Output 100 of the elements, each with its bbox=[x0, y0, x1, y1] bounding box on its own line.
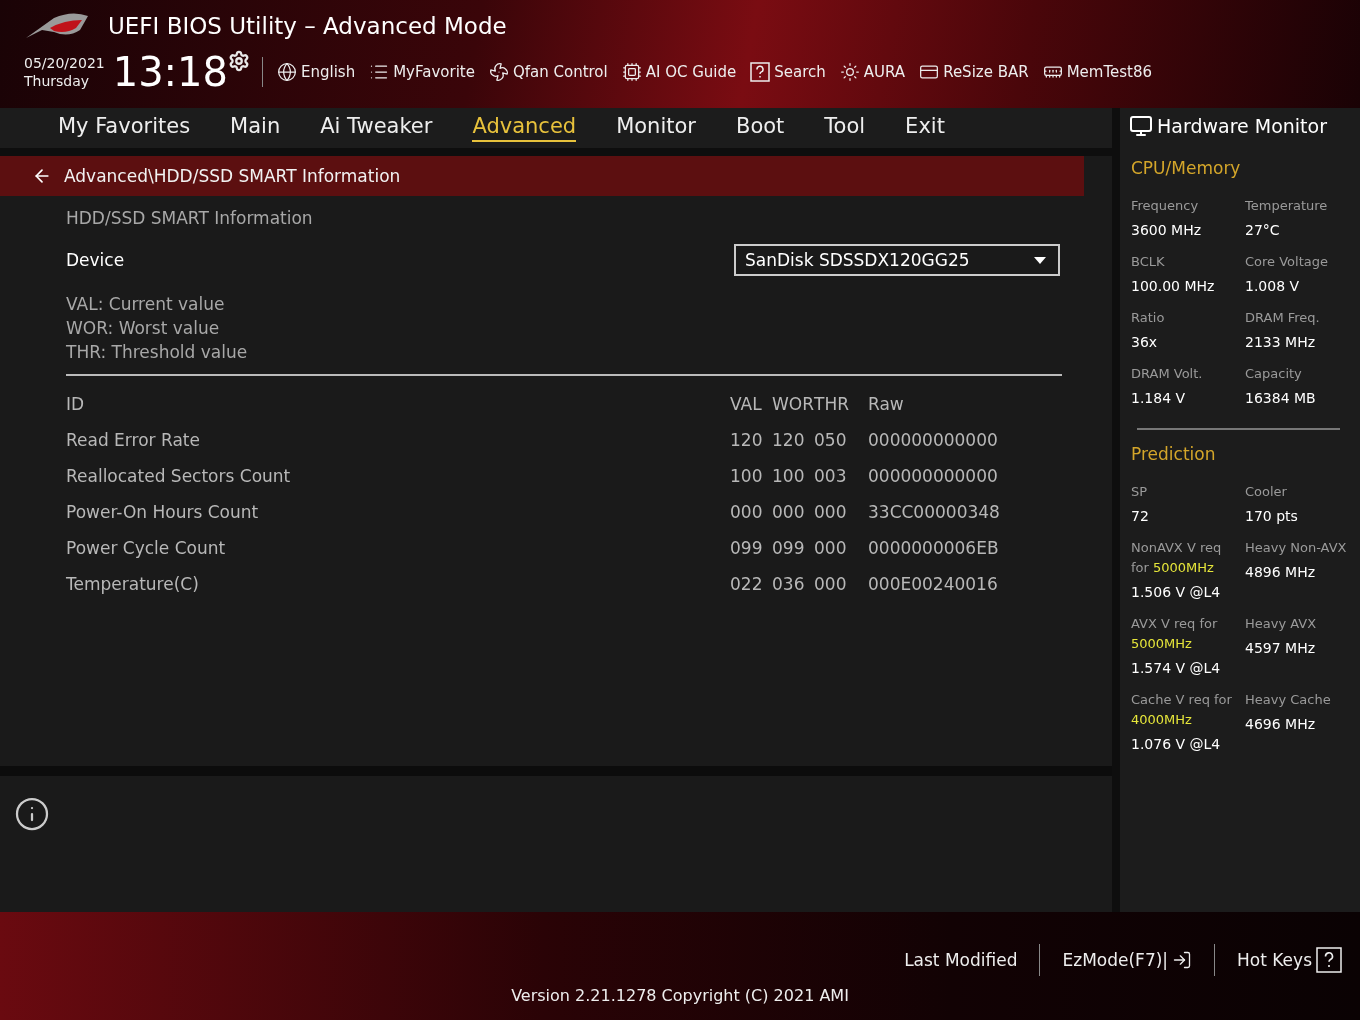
column-header: Raw bbox=[868, 394, 905, 414]
column-header: WOR bbox=[772, 394, 814, 414]
monitor-label: SP bbox=[1131, 483, 1149, 501]
table-cell-text: 000E00240016 bbox=[868, 574, 999, 594]
table-cell-text: 000 bbox=[814, 574, 848, 594]
table-cell-text: 0000000006EB bbox=[868, 538, 1000, 558]
breadcrumb-bar[interactable]: Advanced\HDD/SSD SMART Information bbox=[0, 156, 1084, 196]
globe-icon bbox=[277, 62, 297, 82]
monitor-value: 1.008 V bbox=[1245, 278, 1301, 294]
monitor-value: 100.00 MHz bbox=[1131, 278, 1216, 294]
toolbar-button[interactable]: English bbox=[277, 62, 356, 82]
table-cell-text: Temperature(C) bbox=[66, 574, 200, 594]
exit-icon bbox=[1172, 950, 1193, 970]
table-cell-text: 000 bbox=[730, 502, 764, 522]
monitor-value: 2133 MHz bbox=[1245, 334, 1317, 350]
monitor-label: Capacity bbox=[1245, 365, 1303, 383]
menu-tab[interactable]: Tool bbox=[824, 114, 866, 142]
breadcrumb-text: Advanced\HDD/SSD SMART Information bbox=[64, 166, 401, 186]
monitor-value: 170 pts bbox=[1245, 508, 1299, 524]
table-cell-text: 000000000000 bbox=[868, 430, 999, 450]
monitor-label: Frequency bbox=[1131, 197, 1200, 215]
toolbar-button[interactable]: MyFavorite bbox=[369, 62, 475, 82]
monitor-label: Heavy Non-AVX bbox=[1245, 539, 1348, 557]
light-icon bbox=[839, 62, 860, 82]
monitor-value: 16384 MB bbox=[1245, 390, 1317, 406]
clock-time: 13:18 bbox=[112, 50, 228, 94]
menu-tab[interactable]: Advanced bbox=[472, 114, 577, 142]
table-cell-text: 120 bbox=[730, 430, 764, 450]
help-icon bbox=[750, 62, 771, 82]
device-dropdown[interactable]: SanDisk SDSSDX120GG25 bbox=[734, 244, 1060, 276]
table-cell-text: 003 bbox=[814, 466, 848, 486]
fan-icon bbox=[488, 62, 509, 82]
table-cell-text: Power-On Hours Count bbox=[66, 502, 260, 522]
column-header: VAL bbox=[730, 394, 763, 414]
monitor-label: DRAM Freq. bbox=[1245, 309, 1321, 327]
help-icon bbox=[1316, 947, 1342, 973]
menu-tab[interactable]: Monitor bbox=[616, 114, 696, 142]
monitor-label: BCLK bbox=[1131, 253, 1166, 271]
monitor-value: 1.184 V bbox=[1131, 390, 1187, 406]
table-cell-text: Power Cycle Count bbox=[66, 538, 227, 558]
monitor-value: 1.574 V @L4 bbox=[1131, 660, 1222, 676]
table-cell-text: 100 bbox=[730, 466, 764, 486]
monitor-label: Cache V req for 4000MHz bbox=[1131, 691, 1233, 729]
monitor-value: 72 bbox=[1131, 508, 1150, 524]
monitor-value: 1.076 V @L4 bbox=[1131, 736, 1222, 752]
info-icon bbox=[14, 796, 50, 832]
legend-text: WOR: Worst value bbox=[66, 317, 221, 340]
menu-tab[interactable]: Main bbox=[230, 114, 281, 142]
toolbar-button[interactable]: AURA bbox=[839, 62, 906, 82]
monitor-value: 36x bbox=[1131, 334, 1159, 350]
column-header: ID bbox=[66, 394, 86, 414]
monitor-label: NonAVX V req for 5000MHz bbox=[1131, 539, 1223, 577]
toolbar-button[interactable]: AI OC Guide bbox=[621, 62, 737, 82]
table-cell-text: 050 bbox=[814, 430, 848, 450]
chip-icon bbox=[621, 62, 642, 82]
legend-text: VAL: Current value bbox=[66, 293, 226, 316]
table-cell-text: Reallocated Sectors Count bbox=[66, 466, 292, 486]
table-cell-text: 000 bbox=[814, 502, 848, 522]
toolbar-button[interactable]: Search bbox=[750, 62, 826, 82]
toolbar-button[interactable]: ReSize BAR bbox=[919, 62, 1029, 82]
monitor-label: Cooler bbox=[1245, 483, 1288, 501]
table-cell-text: 099 bbox=[772, 538, 806, 558]
monitor-icon bbox=[1129, 114, 1153, 138]
section-title: HDD/SSD SMART Information bbox=[66, 207, 314, 230]
footer-button[interactable]: Hot Keys bbox=[1237, 947, 1342, 973]
monitor-label: DRAM Volt. bbox=[1131, 365, 1204, 383]
monitor-label: Temperature bbox=[1245, 197, 1329, 215]
footer-button[interactable]: EzMode(F7)| bbox=[1062, 950, 1193, 970]
caret-icon bbox=[1034, 256, 1046, 264]
toolbar-button[interactable]: Qfan Control bbox=[488, 62, 608, 82]
monitor-value: 27°C bbox=[1245, 222, 1281, 238]
menu-tab[interactable]: Ai Tweaker bbox=[320, 114, 433, 142]
menu-tab[interactable]: Boot bbox=[735, 114, 785, 142]
legend-text: THR: Threshold value bbox=[66, 341, 249, 364]
menu-tab[interactable]: My Favorites bbox=[58, 114, 191, 142]
table-cell-text: Read Error Rate bbox=[66, 430, 201, 450]
column-header: THR bbox=[814, 394, 850, 414]
toolbar-button[interactable]: MemTest86 bbox=[1042, 62, 1153, 82]
settings-icon[interactable] bbox=[228, 50, 250, 72]
table-cell-text: 000 bbox=[772, 502, 806, 522]
footer-button[interactable]: Last Modified bbox=[904, 950, 1018, 970]
monitor-label: Ratio bbox=[1131, 309, 1166, 327]
monitor-value: 1.506 V @L4 bbox=[1131, 584, 1222, 600]
monitor-label: AVX V req for 5000MHz bbox=[1131, 615, 1219, 653]
table-cell-text: 000 bbox=[814, 538, 848, 558]
device-label: Device bbox=[66, 250, 125, 270]
monitor-value: 4696 MHz bbox=[1245, 716, 1317, 732]
monitor-value: 3600 MHz bbox=[1131, 222, 1203, 238]
menu-tab[interactable]: Exit bbox=[905, 114, 945, 142]
monitor-value: 4896 MHz bbox=[1245, 564, 1317, 580]
monitor-value: 4597 MHz bbox=[1245, 640, 1317, 656]
table-cell-text: 000000000000 bbox=[868, 466, 999, 486]
window-title: UEFI BIOS Utility – Advanced Mode bbox=[108, 13, 507, 39]
table-cell-text: 099 bbox=[730, 538, 764, 558]
table-cell-text: 022 bbox=[730, 574, 764, 594]
monitor-label: Heavy Cache bbox=[1245, 691, 1332, 709]
monitor-label: Core Voltage bbox=[1245, 253, 1329, 271]
section-heading: Prediction bbox=[1131, 444, 1217, 464]
date-text: 05/20/2021 bbox=[24, 54, 105, 72]
panel-title: Hardware Monitor bbox=[1157, 115, 1327, 137]
